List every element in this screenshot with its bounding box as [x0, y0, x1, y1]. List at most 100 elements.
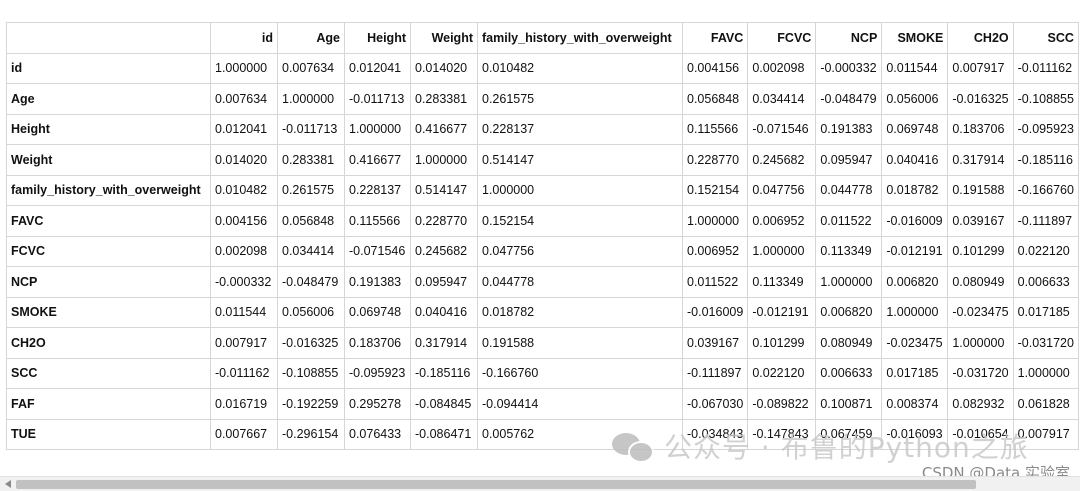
column-header: FAVC: [681, 22, 749, 54]
table-cell: -0.031720: [1012, 327, 1079, 359]
table-cell: 0.011522: [681, 266, 749, 298]
table-cell: 0.010482: [477, 52, 683, 84]
table-cell: 0.014020: [210, 144, 278, 176]
table-cell: 0.010482: [210, 174, 278, 206]
table-cell: 0.007917: [210, 327, 278, 359]
table-cell: 0.007917: [1012, 418, 1079, 450]
table-cell: 0.100871: [815, 388, 883, 420]
table-cell: 0.317914: [410, 327, 478, 359]
table-cell: -0.084845: [410, 388, 478, 420]
table-cell: 0.011544: [210, 296, 278, 328]
table-cell: -0.048479: [815, 83, 883, 115]
row-label: Weight: [6, 144, 211, 176]
table-cell: 0.040416: [881, 144, 949, 176]
table-cell: 0.295278: [344, 388, 411, 420]
table-cell: -0.111897: [681, 357, 749, 389]
table-cell: -0.010654: [947, 418, 1014, 450]
table-cell: 0.056848: [277, 205, 345, 237]
table-row: Weight 0.014020 0.283381 0.416677 1.000000 0.…: [6, 144, 1079, 176]
table-cell: 0.006952: [747, 205, 817, 237]
table-row: SCC -0.011162 -0.108855 -0.095923 -0.185116-…: [6, 357, 1079, 389]
table-cell: 0.261575: [277, 174, 345, 206]
table-cell: 0.101299: [747, 327, 817, 359]
table-cell: 0.044778: [815, 174, 883, 206]
table-cell: -0.011162: [210, 357, 278, 389]
table-cell: 0.191383: [815, 113, 883, 145]
table-cell: 0.022120: [1012, 235, 1079, 267]
table-row: FAF 0.016719 -0.192259 0.295278 -0.084845 -0.…: [6, 388, 1079, 420]
table-cell: 0.067459: [815, 418, 883, 450]
table-cell: 0.101299: [947, 235, 1014, 267]
table-row: Height 0.012041 -0.011713 1.000000 0.416677 0…: [6, 113, 1079, 145]
table-cell: 0.191588: [947, 174, 1014, 206]
table-cell: 1.000000: [410, 144, 478, 176]
table-cell: 0.056006: [277, 296, 345, 328]
table-cell: 0.152154: [681, 174, 749, 206]
table-header-row: id Age Height Weight family_history_with_ove…: [6, 22, 1079, 54]
table-body: id 1.000000 0.007634 0.012041 0.014020 0.0104…: [6, 52, 1079, 450]
table-cell: 1.000000: [881, 296, 949, 328]
table-cell: 0.076433: [344, 418, 411, 450]
table-cell: -0.016009: [681, 296, 749, 328]
table-cell: 0.014020: [410, 52, 478, 84]
table-cell: 0.007634: [277, 52, 345, 84]
table-cell: 0.034414: [747, 83, 817, 115]
column-header: family_history_with_overweight: [477, 22, 683, 54]
scroll-left-icon[interactable]: [5, 480, 11, 488]
table-row: FCVC 0.002098 0.034414 -0.071546 0.245682 0.0…: [6, 235, 1079, 267]
column-header: FCVC: [747, 22, 817, 54]
table-cell: 0.012041: [210, 113, 278, 145]
table-cell: 1.000000: [947, 327, 1014, 359]
table-cell: -0.031720: [947, 357, 1014, 389]
table-cell: 0.416677: [344, 144, 411, 176]
table-cell: 0.002098: [210, 235, 278, 267]
column-header: Age: [277, 22, 345, 54]
table-cell: -0.108855: [277, 357, 345, 389]
table-cell: 0.115566: [681, 113, 749, 145]
table-cell: -0.016009: [881, 205, 949, 237]
dataframe-output: id Age Height Weight family_history_with_ove…: [0, 0, 1080, 491]
table-cell: -0.023475: [947, 296, 1014, 328]
table-cell: 0.018782: [881, 174, 949, 206]
table-cell: 0.115566: [344, 205, 411, 237]
table-cell: 0.011544: [881, 52, 949, 84]
table-cell: 0.006820: [881, 266, 949, 298]
table-cell: -0.016325: [947, 83, 1014, 115]
table-cell: 0.095947: [815, 144, 883, 176]
table-cell: 0.069748: [881, 113, 949, 145]
column-header: CH2O: [947, 22, 1014, 54]
table-cell: 0.080949: [815, 327, 883, 359]
table-row: NCP -0.000332 -0.048479 0.191383 0.095947 0.0…: [6, 266, 1079, 298]
table-cell: 0.047756: [747, 174, 817, 206]
row-label: Age: [6, 83, 211, 115]
table-cell: -0.012191: [747, 296, 817, 328]
table-cell: 0.007634: [210, 83, 278, 115]
table-cell: 0.040416: [410, 296, 478, 328]
column-header: NCP: [815, 22, 883, 54]
table-cell: 1.000000: [1012, 357, 1079, 389]
table-cell: 0.006633: [1012, 266, 1079, 298]
table-cell: 0.416677: [410, 113, 478, 145]
table-row: Age 0.007634 1.000000 -0.011713 0.283381 0.26…: [6, 83, 1079, 115]
row-label: Height: [6, 113, 211, 145]
horizontal-scrollbar[interactable]: [0, 476, 1080, 491]
table-cell: 0.004156: [681, 52, 749, 84]
correlation-table: id Age Height Weight family_history_with_ove…: [6, 22, 1079, 450]
table-cell: 0.080949: [947, 266, 1014, 298]
table-cell: 0.056006: [881, 83, 949, 115]
table-cell: -0.011162: [1012, 52, 1079, 84]
table-cell: 0.011522: [815, 205, 883, 237]
table-cell: -0.086471: [410, 418, 478, 450]
table-cell: 1.000000: [815, 266, 883, 298]
table-cell: 0.191383: [344, 266, 411, 298]
table-cell: 0.005762: [477, 418, 683, 450]
table-cell: -0.094414: [477, 388, 683, 420]
table-cell: -0.108855: [1012, 83, 1079, 115]
table-cell: 0.002098: [747, 52, 817, 84]
table-cell: 0.022120: [747, 357, 817, 389]
table-row: id 1.000000 0.007634 0.012041 0.014020 0.0104…: [6, 52, 1079, 84]
table-row: family_history_with_overweight 0.010482 0.…: [6, 174, 1079, 206]
scrollbar-thumb[interactable]: [16, 480, 976, 489]
table-cell: 0.061828: [1012, 388, 1079, 420]
table-cell: 0.228770: [681, 144, 749, 176]
